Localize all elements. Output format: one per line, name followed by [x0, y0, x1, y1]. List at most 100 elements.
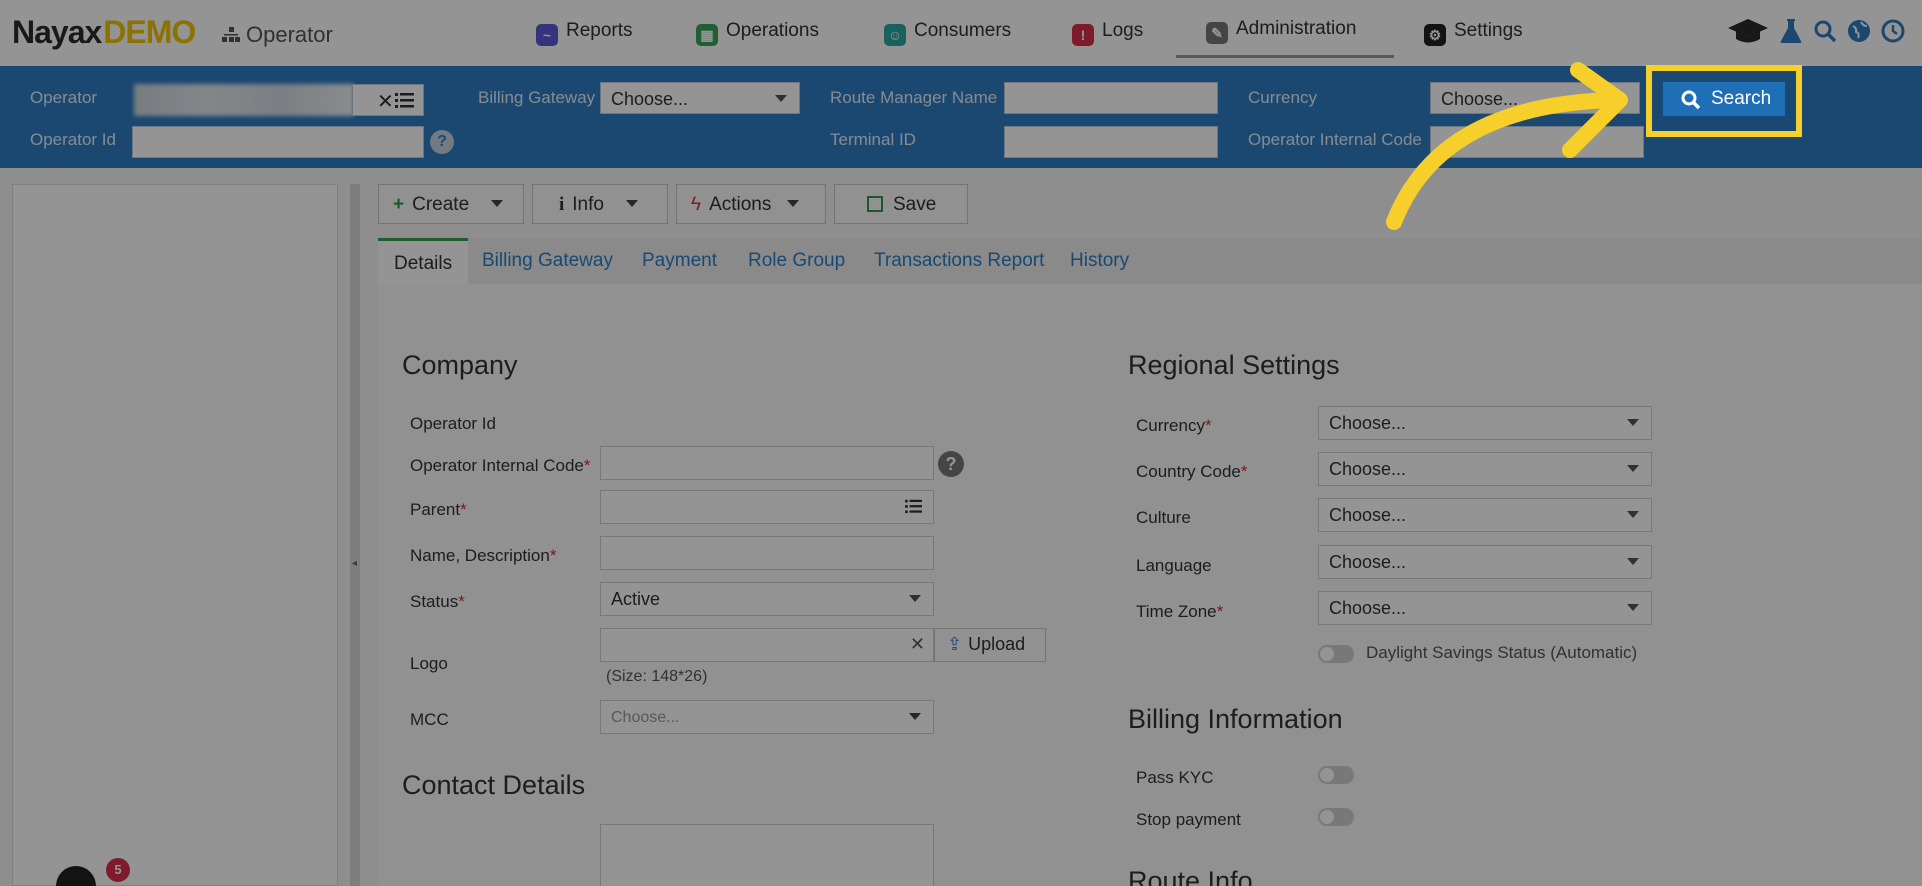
name-description-field[interactable] — [600, 536, 934, 570]
daylight-savings-toggle[interactable] — [1318, 645, 1354, 663]
collapse-arrow-icon[interactable]: ◂ — [352, 558, 357, 569]
culture-select[interactable]: Choose... — [1318, 498, 1652, 532]
billing-gateway-label: Billing Gateway — [478, 88, 596, 107]
time-zone-text: Time Zone — [1136, 602, 1217, 621]
clock-icon[interactable] — [1880, 18, 1906, 44]
org-chart-icon — [222, 23, 240, 42]
chevron-down-icon[interactable] — [787, 200, 800, 207]
create-label: Create — [412, 194, 470, 215]
operator-internal-code-input[interactable] — [1430, 126, 1644, 158]
logo-name: Nayax — [12, 14, 102, 50]
floppy-icon — [867, 196, 883, 212]
time-zone-select[interactable]: Choose... — [1318, 591, 1652, 625]
country-code-select[interactable]: Choose... — [1318, 452, 1652, 486]
name-description-text: Name, Description — [410, 546, 550, 565]
search-icon[interactable] — [1812, 18, 1838, 44]
operator-id-field-label: Operator Id — [410, 414, 496, 433]
billing-gateway-select[interactable]: Choose... — [600, 82, 800, 114]
info-button[interactable]: i Info — [532, 184, 668, 224]
contact-details-field[interactable] — [600, 824, 934, 886]
operator-internal-code-field-label: Operator Internal Code* — [410, 456, 591, 476]
currency-value: Choose... — [1441, 89, 1519, 109]
pass-kyc-toggle[interactable] — [1318, 766, 1354, 784]
nav-consumers[interactable]: ☺ Consumers — [884, 20, 1011, 60]
action-toolbar: + Create i Info ϟ Actions Save — [378, 184, 968, 226]
operator-field-blurred[interactable] — [134, 84, 354, 116]
globe-icon[interactable] — [1846, 18, 1872, 44]
upload-button[interactable]: ⇪ Upload — [934, 628, 1046, 662]
terminal-id-input[interactable] — [1004, 126, 1218, 158]
chat-bubble-icon[interactable] — [56, 866, 96, 886]
nav-administration-label: Administration — [1236, 18, 1357, 39]
currency-field-select[interactable]: Choose... — [1318, 406, 1652, 440]
currency-select[interactable]: Choose... — [1430, 82, 1640, 114]
graduation-cap-icon[interactable] — [1726, 18, 1770, 44]
actions-label: Actions — [709, 194, 772, 215]
administration-icon: ✎ — [1206, 22, 1228, 44]
actions-button[interactable]: ϟ Actions — [676, 184, 826, 224]
status-text: Status — [410, 592, 459, 611]
mcc-field-label: MCC — [410, 710, 449, 729]
list-icon[interactable] — [395, 91, 415, 114]
chevron-down-icon[interactable] — [491, 200, 504, 207]
logo-field[interactable]: ✕ — [600, 628, 934, 662]
required-marker: * — [460, 500, 467, 519]
company-heading: Company — [402, 350, 518, 380]
info-icon: i — [559, 194, 565, 215]
tab-billing-gateway[interactable]: Billing Gateway — [482, 250, 613, 272]
tab-history[interactable]: History — [1070, 250, 1129, 272]
consumers-icon: ☺ — [884, 24, 906, 46]
culture-field-label: Culture — [1136, 508, 1191, 527]
nav-logs[interactable]: ! Logs — [1072, 20, 1143, 60]
terminal-id-label: Terminal ID — [830, 130, 916, 149]
tab-details[interactable]: Details — [378, 238, 469, 284]
nav-administration[interactable]: ✎ Administration — [1176, 18, 1394, 58]
nayax-logo[interactable]: NayaxDEMO — [12, 14, 196, 51]
tab-payment[interactable]: Payment — [642, 250, 717, 272]
flask-icon[interactable] — [1778, 18, 1804, 44]
list-icon[interactable] — [905, 498, 923, 519]
currency-text: Currency — [1136, 416, 1205, 435]
route-info-heading: Route Info — [1128, 866, 1253, 886]
highlight-box — [1646, 65, 1802, 137]
tab-transactions-report[interactable]: Transactions Report — [874, 250, 1044, 272]
chevron-down-icon — [1627, 465, 1639, 472]
nav-settings[interactable]: ⚙ Settings — [1424, 20, 1523, 60]
sidebar-tree-panel — [12, 184, 338, 886]
save-button[interactable]: Save — [834, 184, 968, 224]
language-select[interactable]: Choose... — [1318, 545, 1652, 579]
help-widget[interactable]: 5 — [50, 856, 130, 886]
tab-role-group[interactable]: Role Group — [748, 250, 845, 272]
billing-information-heading: Billing Information — [1128, 704, 1343, 734]
route-manager-input[interactable] — [1004, 82, 1218, 114]
chevron-down-icon — [1627, 558, 1639, 565]
country-code-field-label: Country Code* — [1136, 462, 1248, 482]
status-value: Active — [611, 589, 661, 609]
logo-suffix: DEMO — [103, 14, 196, 50]
operator-internal-code-field[interactable] — [600, 446, 934, 480]
create-button[interactable]: + Create — [378, 184, 524, 224]
chevron-down-icon[interactable] — [625, 200, 638, 207]
chevron-down-icon — [1627, 604, 1639, 611]
clear-icon[interactable]: ✕ — [377, 89, 394, 114]
help-icon[interactable]: ? — [938, 451, 964, 477]
nav-reports[interactable]: ~ Reports — [536, 20, 633, 60]
parent-field[interactable] — [600, 490, 934, 524]
details-panel: Company Operator Id Operator Internal Co… — [378, 284, 1922, 886]
settings-icon: ⚙ — [1424, 24, 1446, 46]
operator-id-input[interactable] — [132, 126, 424, 158]
nav-operations[interactable]: ▦ Operations — [696, 20, 819, 60]
chevron-down-icon — [909, 595, 921, 602]
help-icon[interactable]: ? — [430, 130, 454, 154]
currency-label: Currency — [1248, 88, 1317, 107]
main-content: + Create i Info ϟ Actions Save Details Bill… — [378, 184, 1922, 886]
stop-payment-toggle[interactable] — [1318, 808, 1354, 826]
panel-splitter[interactable]: ◂ — [350, 184, 360, 886]
mcc-select[interactable]: Choose... — [600, 700, 934, 734]
parent-field-label: Parent* — [410, 500, 467, 520]
status-select[interactable]: Active — [600, 582, 934, 616]
operator-internal-code-label: Operator Internal Code — [1248, 130, 1422, 149]
clear-icon[interactable]: ✕ — [910, 634, 925, 655]
regional-settings-heading: Regional Settings — [1128, 350, 1340, 380]
country-code-text: Country Code — [1136, 462, 1241, 481]
